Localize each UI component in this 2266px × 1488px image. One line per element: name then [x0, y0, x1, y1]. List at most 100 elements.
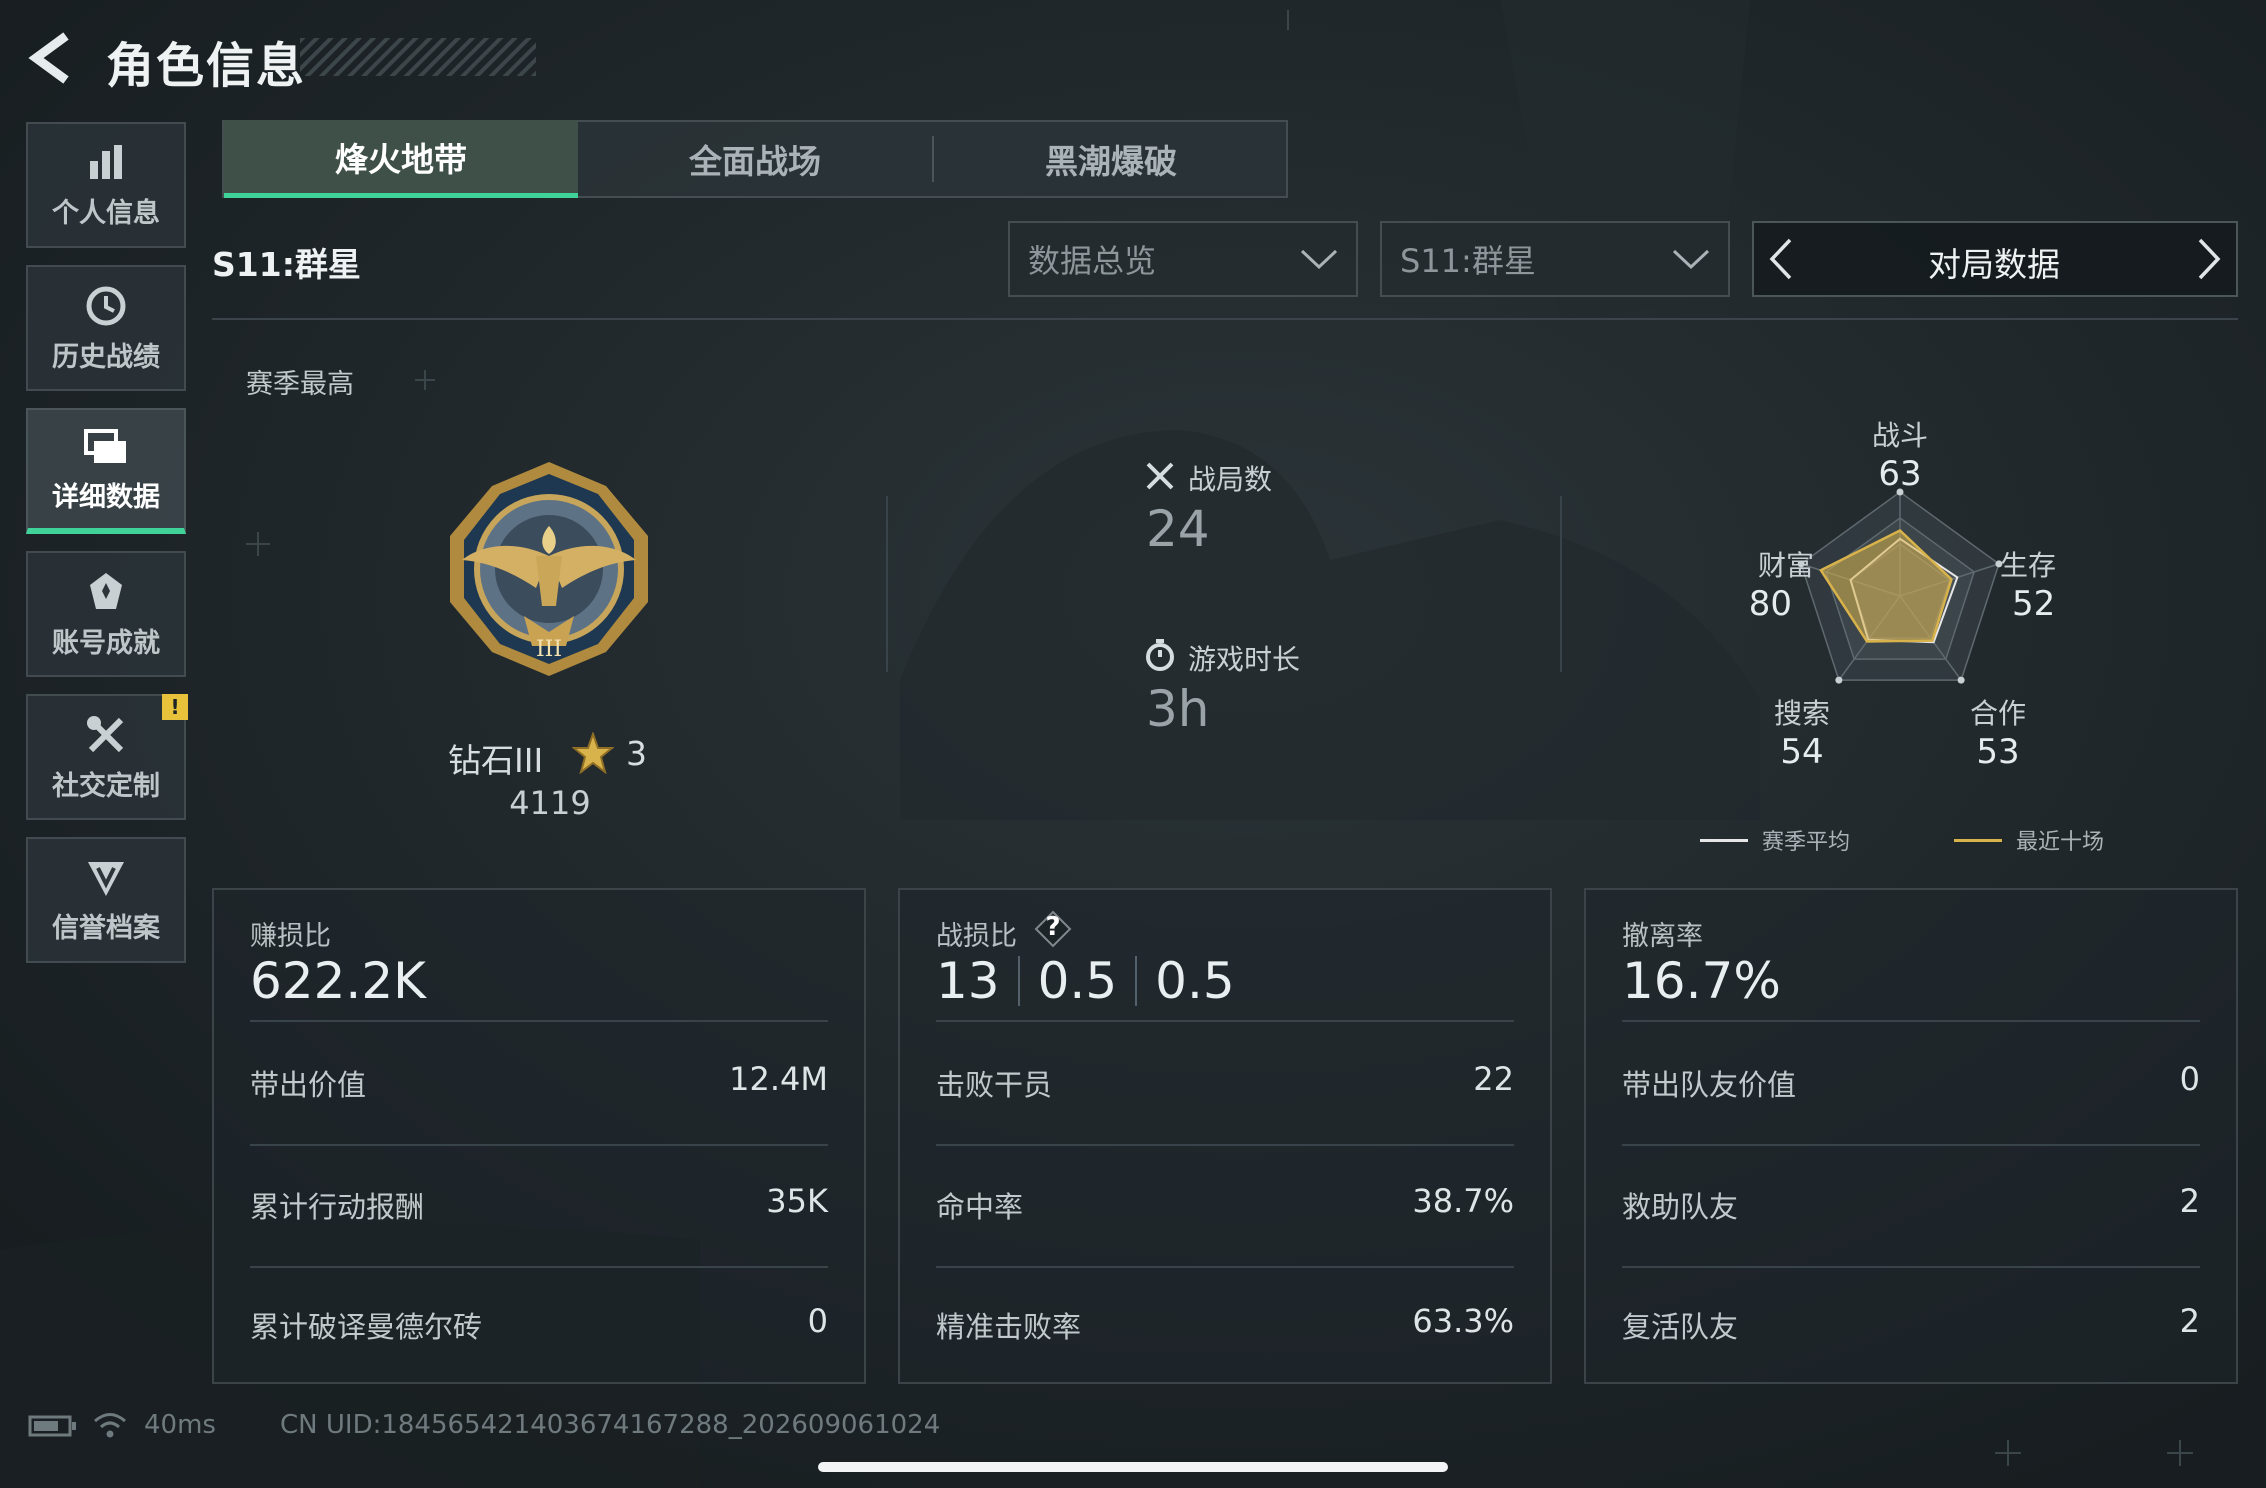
row-separator: [936, 1020, 1514, 1022]
sidebar-item-achievements[interactable]: 账号成就: [26, 551, 186, 677]
tools-icon: [87, 715, 124, 752]
radar-axis-value: 54: [1780, 732, 1824, 772]
row-value: 22: [1473, 1060, 1514, 1098]
radar-axis-dot: [1957, 676, 1965, 684]
row-separator: [936, 1266, 1514, 1268]
stat-card-extraction-rate: 撤离率 16.7% 带出队友价值 0 救助队友 2 复活队友 2: [1584, 888, 2238, 1384]
rank-points: 4119: [509, 784, 591, 822]
history-clock-icon: [86, 286, 126, 325]
row-separator: [250, 1144, 828, 1146]
radar-axis-label: 战斗: [1871, 419, 1928, 452]
row-label: 命中率: [936, 1190, 1024, 1224]
rank-emblem: III: [450, 462, 648, 676]
legend-label: 最近十场: [2016, 830, 2105, 855]
chevron-down-icon: [1672, 249, 1710, 270]
radar-label-survival: 生存 52: [2000, 544, 2100, 624]
help-glyph: ?: [1045, 912, 1061, 942]
radar-axis-label: 财富: [1757, 549, 1814, 582]
kd-value-1: 13: [936, 952, 1000, 1010]
dropdown-value: S11:群星: [1400, 242, 1536, 280]
kd-value-3: 0.5: [1155, 952, 1235, 1010]
radar-axis-label: 搜索: [1773, 697, 1830, 730]
header-separator: [212, 318, 2238, 320]
row-separator: [250, 1266, 828, 1268]
matches-value: 24: [1146, 500, 1210, 558]
radar-label-search: 搜索 54: [1752, 692, 1852, 772]
row-separator: [936, 1144, 1514, 1146]
bar-chart-icon: [90, 144, 122, 179]
row-label: 累计破译曼德尔砖: [250, 1310, 483, 1344]
row-separator: [1622, 1144, 2200, 1146]
matches-label: 战局数: [1188, 463, 1273, 496]
uid-text: CN UID:1845654214036741672​88_2026090610…: [280, 1410, 941, 1440]
row-label: 带出队友价值: [1622, 1068, 1797, 1102]
chevron-down-icon: [1300, 249, 1338, 270]
sidebar-item-history[interactable]: 历史战绩: [26, 265, 186, 391]
rank-name: 钻石III: [448, 741, 544, 780]
legend-label: 赛季平均: [1762, 830, 1851, 855]
card-title: 撤离率: [1622, 921, 1703, 952]
rank-stars: 3: [626, 734, 647, 773]
row-separator: [1622, 1020, 2200, 1022]
pager-prev-button[interactable]: [1764, 236, 1800, 282]
card-value: 622.2K: [250, 952, 426, 1010]
radar-label-cooperation: 合作 53: [1948, 692, 2048, 772]
battery-icon: [28, 1415, 76, 1437]
playtime-value: 3h: [1146, 680, 1210, 738]
season-best-title: 赛季最高: [246, 369, 354, 400]
row-label: 带出价值: [250, 1068, 367, 1102]
back-arrow-icon: [28, 32, 69, 84]
sidebar-item-detailed-data[interactable]: 详细数据: [26, 408, 186, 534]
reputation-icon: [88, 861, 124, 896]
row-label: 击败干员: [936, 1068, 1053, 1102]
radar-axis-value: 52: [2012, 584, 2056, 624]
row-value: 2: [2179, 1302, 2200, 1340]
wifi-icon: [94, 1413, 126, 1438]
stat-card-kd-ratio: 战损比 ? 13 0.5 0.5 击败干员 22 命中率 38.7% 精准击败率…: [898, 888, 1552, 1384]
card-value: 16.7%: [1622, 952, 1781, 1010]
stat-card-profit-ratio: 赚损比 622.2K 带出价值 12.4M 累计行动报酬 35K 累计破译曼德尔…: [212, 888, 866, 1384]
pager-next-button[interactable]: [2190, 236, 2226, 282]
row-value: 0: [807, 1302, 828, 1340]
chevron-left-icon: [1769, 238, 1792, 280]
season-dropdown[interactable]: S11:群星: [1380, 221, 1730, 297]
back-button[interactable]: [26, 30, 78, 86]
playtime-label: 游戏时长: [1188, 643, 1301, 676]
row-value: 38.7%: [1412, 1182, 1514, 1220]
tab-firezone[interactable]: 烽火地带: [224, 120, 578, 198]
row-separator: [1622, 1266, 2200, 1268]
row-value: 12.4M: [729, 1060, 828, 1098]
badge-numeral: III: [536, 637, 562, 662]
sidebar-item-reputation[interactable]: 信誉档案: [26, 837, 186, 963]
kd-value-2: 0.5: [1037, 952, 1118, 1010]
radar-axis-value: 80: [1748, 584, 1792, 624]
kd-values: 13 0.5 0.5: [936, 952, 1235, 1010]
crossed-swords-icon: [1146, 462, 1174, 490]
data-type-dropdown[interactable]: 数据总览: [1008, 221, 1358, 297]
radar-axis-value: 53: [1976, 732, 2020, 772]
row-label: 救助队友: [1622, 1190, 1739, 1224]
radar-axis-value: 63: [1878, 454, 1922, 494]
radar-label-combat: 战斗 63: [1850, 414, 1950, 494]
radar-label-wealth: 财富 80: [1714, 544, 1814, 624]
row-value: 63.3%: [1412, 1302, 1514, 1340]
radar-axis-dot: [1835, 676, 1843, 684]
pager-label: 对局数据: [1928, 245, 2060, 284]
help-icon-button[interactable]: ?: [1034, 910, 1072, 948]
sidebar-item-label: 信誉档案: [52, 912, 160, 944]
chevron-right-icon: [2198, 238, 2221, 280]
kd-divider: [1135, 956, 1138, 1006]
tab-all-out-warfare[interactable]: 全面战场: [578, 120, 932, 198]
tab-black-tide[interactable]: 黑潮爆破: [934, 120, 1288, 198]
row-value: 35K: [766, 1182, 828, 1220]
section-divider: [886, 496, 888, 672]
sidebar-item-personal-info[interactable]: 个人信息: [26, 122, 186, 248]
latency-text: 40ms: [144, 1410, 216, 1440]
row-value: 2: [2179, 1182, 2200, 1220]
home-indicator[interactable]: [818, 1462, 1448, 1472]
legend-swatch: [1954, 838, 2002, 842]
sidebar-item-label: 详细数据: [52, 481, 160, 513]
dropdown-value: 数据总览: [1028, 242, 1157, 280]
sidebar-item-label: 个人信息: [52, 197, 160, 229]
row-label: 复活队友: [1622, 1310, 1739, 1344]
